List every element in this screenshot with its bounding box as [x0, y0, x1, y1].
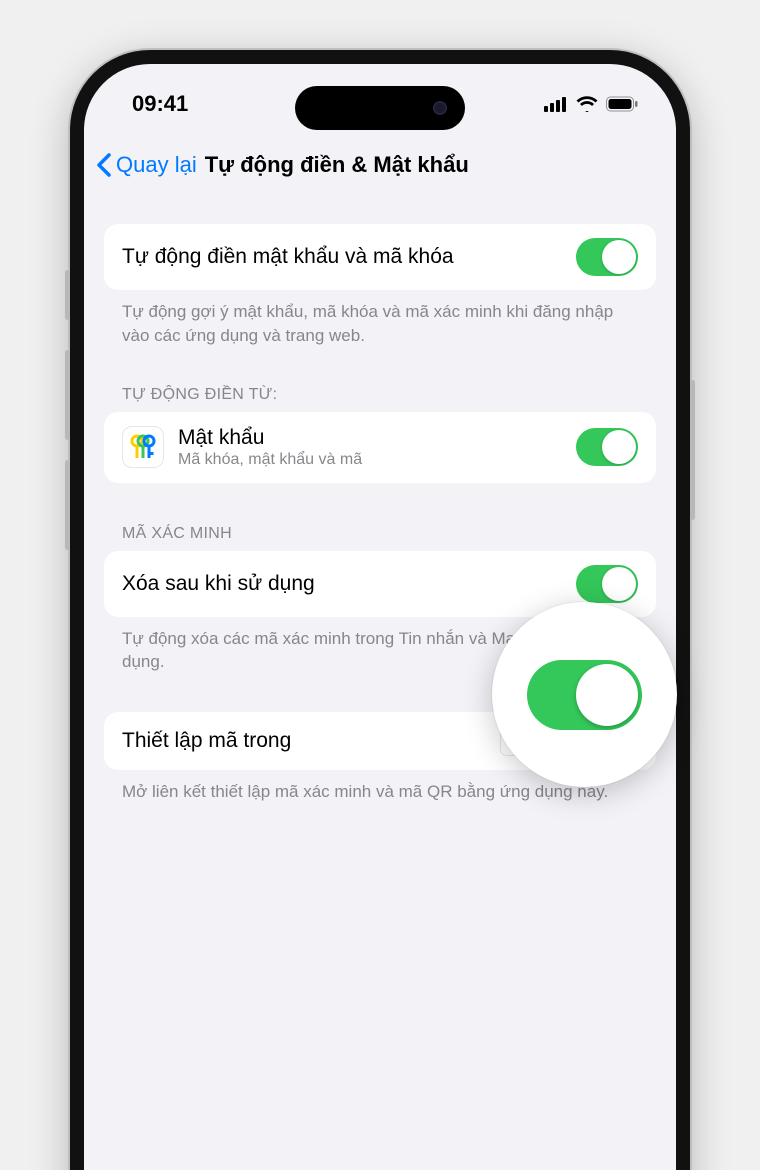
autofill-footer: Tự động gợi ý mật khẩu, mã khóa và mã xá…	[104, 290, 656, 348]
navigation-bar: Quay lại Tự động điền & Mật khẩu	[84, 144, 676, 194]
delete-after-use-label: Xóa sau khi sử dụng	[122, 572, 562, 596]
autofill-main-group: Tự động điền mật khẩu và mã khóa	[104, 224, 656, 290]
delete-after-use-toggle[interactable]	[576, 565, 638, 603]
autofill-passwords-label: Tự động điền mật khẩu và mã khóa	[122, 245, 562, 269]
passwords-app-row[interactable]: Mật khẩu Mã khóa, mật khẩu và mã	[104, 412, 656, 483]
back-button[interactable]: Quay lại	[116, 152, 197, 178]
status-time: 09:41	[132, 91, 188, 117]
silence-switch	[65, 270, 70, 320]
battery-icon	[606, 96, 638, 112]
back-chevron-icon[interactable]	[96, 153, 114, 177]
front-camera	[433, 101, 447, 115]
page-title: Tự động điền & Mật khẩu	[205, 152, 469, 178]
volume-down-button	[65, 460, 70, 550]
autofill-passwords-toggle[interactable]	[576, 238, 638, 276]
autofill-from-group: Mật khẩu Mã khóa, mật khẩu và mã	[104, 412, 656, 483]
cellular-icon	[544, 96, 568, 112]
wifi-icon	[576, 96, 598, 112]
passwords-app-icon	[122, 426, 164, 468]
passwords-app-title: Mật khẩu	[178, 426, 562, 450]
passwords-app-subtitle: Mã khóa, mật khẩu và mã	[178, 451, 562, 469]
volume-up-button	[65, 350, 70, 440]
autofill-from-header: TỰ ĐỘNG ĐIỀN TỪ:	[104, 386, 656, 412]
delete-after-use-toggle-magnified	[527, 660, 642, 730]
autofill-passwords-row[interactable]: Tự động điền mật khẩu và mã khóa	[104, 224, 656, 290]
dynamic-island	[295, 86, 465, 130]
passwords-app-toggle[interactable]	[576, 428, 638, 466]
power-button	[690, 380, 695, 520]
setup-codes-in-label: Thiết lập mã trong	[122, 729, 486, 753]
verification-codes-header: MÃ XÁC MINH	[104, 525, 656, 551]
magnified-toggle-highlight	[492, 602, 677, 787]
